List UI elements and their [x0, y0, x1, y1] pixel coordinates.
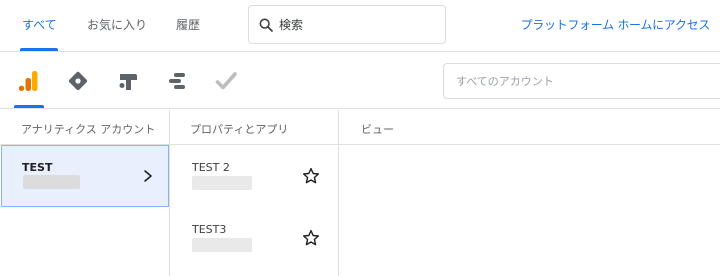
accounts-column-header: アナリティクス アカウント	[21, 123, 156, 136]
top-bar: すべて お気に入り 履歴 プラットフォーム ホームにアクセス	[0, 0, 720, 52]
tag-manager-icon[interactable]	[66, 69, 90, 93]
search-box[interactable]	[248, 5, 446, 44]
account-name: TEST	[22, 161, 53, 174]
property-name: TEST3	[192, 223, 227, 236]
star-icon[interactable]	[301, 228, 321, 248]
search-input[interactable]	[279, 15, 439, 35]
tab-all[interactable]: すべて	[22, 16, 57, 33]
analytics-icon[interactable]	[17, 69, 41, 93]
redacted-account-id	[23, 175, 80, 189]
star-icon[interactable]	[301, 166, 321, 186]
product-switcher	[0, 53, 720, 109]
redacted-property-id	[192, 176, 252, 190]
optimize-icon[interactable]	[116, 69, 140, 93]
search-icon	[259, 18, 273, 32]
active-product-indicator	[14, 105, 44, 108]
property-item-test3[interactable]: TEST3	[170, 208, 338, 270]
property-name: TEST 2	[192, 161, 230, 174]
chevron-right-icon	[144, 170, 152, 182]
tab-favorites[interactable]: お気に入り	[87, 16, 147, 33]
account-filter-input[interactable]	[456, 72, 716, 90]
data-studio-icon[interactable]	[165, 69, 189, 93]
views-column-header: ビュー	[361, 123, 394, 136]
property-item-test-2[interactable]: TEST 2	[170, 146, 338, 208]
platform-home-link[interactable]: プラットフォーム ホームにアクセス	[521, 16, 711, 33]
active-tab-indicator	[20, 48, 58, 51]
account-item-test[interactable]: TEST	[1, 145, 169, 207]
surveys-icon[interactable]	[214, 69, 238, 93]
account-filter[interactable]	[443, 63, 720, 99]
views-column	[339, 146, 720, 276]
properties-column-header: プロパティとアプリ	[190, 123, 289, 136]
column-headers: アナリティクス アカウント プロパティとアプリ ビュー	[0, 110, 720, 145]
redacted-property-id	[192, 238, 252, 252]
tab-history[interactable]: 履歴	[176, 16, 200, 33]
